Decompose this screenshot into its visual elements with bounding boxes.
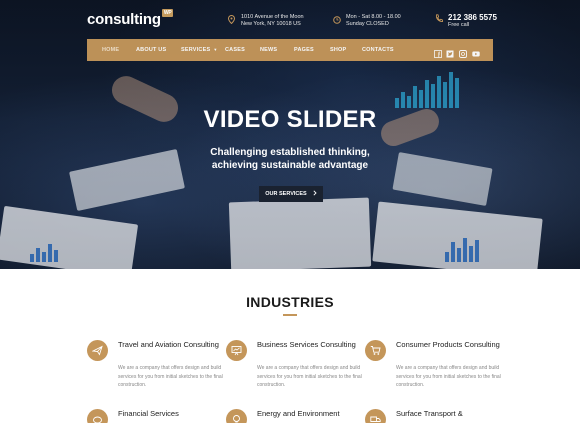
industries-title: INDUSTRIES <box>246 294 334 310</box>
industry-card-title: Travel and Aviation Consulting <box>118 340 219 349</box>
phone-label: Free call <box>448 22 470 28</box>
phone-number[interactable]: 212 386 5575 <box>448 13 497 22</box>
industry-card-desc: We are a company that offers design and … <box>396 365 501 388</box>
industry-card-title: Surface Transport & <box>396 409 463 418</box>
location-pin-icon <box>227 14 236 25</box>
clock-icon <box>332 14 341 25</box>
industry-card-title: Financial Services <box>118 409 179 418</box>
industry-card-desc: We are a company that offers design and … <box>257 365 362 388</box>
main-navigation: HOME ABOUT US SERVICES ▼ CASES NEWS PAGES… <box>87 39 493 61</box>
title-underline <box>283 314 297 316</box>
our-services-label: OUR SERVICES <box>265 191 307 197</box>
nav-item-shop[interactable]: SHOP <box>330 47 346 53</box>
twitter-icon[interactable] <box>446 45 454 58</box>
cart-icon <box>365 340 386 361</box>
piggy-bank-icon <box>87 409 108 423</box>
nav-item-services-label: SERVICES <box>181 47 211 53</box>
nav-item-contacts[interactable]: CONTACTS <box>362 47 394 53</box>
site-logo[interactable]: consulting WP <box>87 9 174 28</box>
hero-subtitle: Challenging established thinking, achiev… <box>210 147 370 171</box>
facebook-icon[interactable] <box>434 45 442 58</box>
instagram-icon[interactable] <box>459 45 467 58</box>
industry-card-desc: We are a company that offers design and … <box>118 365 223 388</box>
logo-badge: WP <box>161 9 174 17</box>
address-line2: New York, NY 10018 US <box>241 21 301 27</box>
nav-item-news[interactable]: NEWS <box>260 47 277 53</box>
plane-icon <box>87 340 108 361</box>
industry-card-title: Business Services Consulting <box>257 340 356 349</box>
nav-item-pages[interactable]: PAGES <box>294 47 314 53</box>
chevron-right-icon <box>313 190 317 198</box>
hours-info: Mon - Sat 8.00 - 18.00 Sunday CLOSED <box>332 14 401 28</box>
hours-line2: Sunday CLOSED <box>346 21 389 27</box>
hours-line1: Mon - Sat 8.00 - 18.00 <box>346 14 401 20</box>
youtube-icon[interactable] <box>472 45 480 57</box>
logo-text: consulting <box>87 11 161 28</box>
nav-item-home[interactable]: HOME <box>102 47 119 53</box>
our-services-button[interactable]: OUR SERVICES <box>259 186 323 202</box>
industry-card-title: Energy and Environment <box>257 409 340 418</box>
phone-info: 212 386 5575 Free call <box>434 13 497 29</box>
address-info: 1010 Avenue of the Moon New York, NY 100… <box>227 14 304 28</box>
industry-card-title: Consumer Products Consulting <box>396 340 500 349</box>
truck-icon <box>365 409 386 423</box>
chevron-down-icon: ▼ <box>213 47 218 52</box>
nav-item-about-us[interactable]: ABOUT US <box>136 47 166 53</box>
nav-item-cases[interactable]: CASES <box>225 47 245 53</box>
phone-icon <box>434 13 443 24</box>
address-line1: 1010 Avenue of the Moon <box>241 14 304 20</box>
presentation-icon <box>226 340 247 361</box>
bulb-icon <box>226 409 247 423</box>
hero-title: VIDEO SLIDER <box>203 106 377 133</box>
nav-item-services[interactable]: SERVICES ▼ <box>181 47 218 53</box>
